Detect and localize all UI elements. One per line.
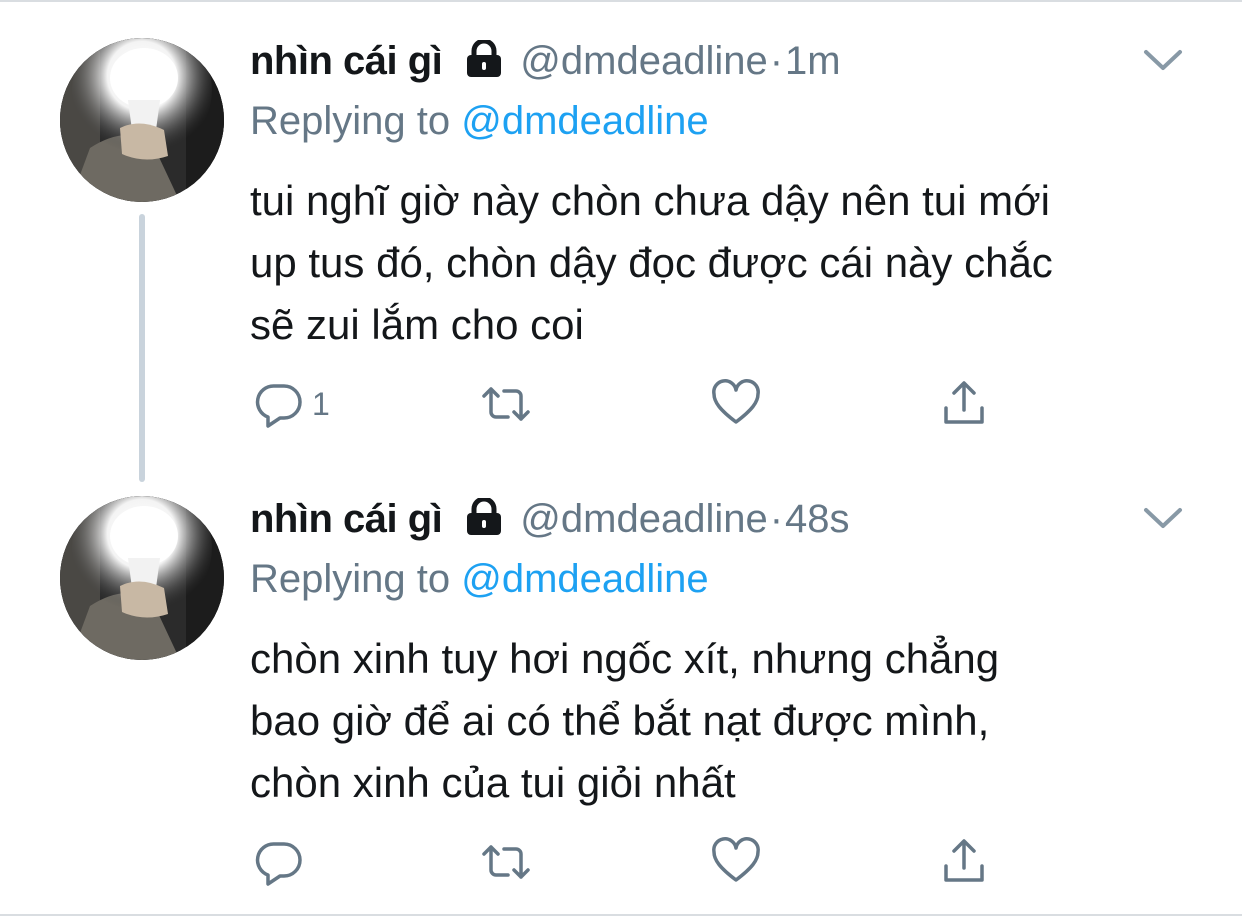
tweet-text-line: sẽ zui lắm cho coi [250,301,584,348]
like-button[interactable] [710,834,762,890]
tweet-text-line: bao giờ để ai có thể bắt nạt được mình, [250,697,990,744]
tweet-text: chòn xinh tuy hơi ngốc xít, nhưng chẳng … [250,628,1210,814]
lock-icon [464,496,504,548]
separator-dot: · [769,497,784,541]
replying-to: Replying to @dmdeadline [250,96,709,146]
display-name[interactable]: nhìn cái gì [250,497,443,541]
share-button[interactable] [938,376,990,432]
like-icon [712,837,760,882]
chevron-down-icon[interactable] [1142,504,1184,532]
share-icon [944,839,984,882]
like-button[interactable] [710,376,762,432]
separator-dot: · [769,39,784,83]
reply-button[interactable] [254,834,312,890]
avatar[interactable] [60,38,224,202]
replying-label: Replying to [250,99,462,143]
tweet-actions [250,834,1010,890]
thread-connector-line [139,214,145,482]
retweet-icon [482,387,530,421]
tweet-text-line: up tus đó, chòn dậy đọc được cái này chắ… [250,239,1053,286]
like-icon [712,379,760,424]
tweet-text-line: chòn xinh tuy hơi ngốc xít, nhưng chẳng [250,635,1000,682]
share-button[interactable] [938,834,990,890]
replying-label: Replying to [250,557,462,601]
top-divider [0,0,1242,2]
user-handle[interactable]: @dmdeadline [520,497,767,541]
display-name[interactable]: nhìn cái gì [250,39,443,83]
lock-icon [464,38,504,90]
user-handle[interactable]: @dmdeadline [520,39,767,83]
retweet-button[interactable] [478,376,534,432]
share-icon [944,381,984,424]
chevron-down-icon[interactable] [1142,46,1184,74]
retweet-button[interactable] [478,834,534,890]
tweet-header: nhìn cái gì @dmdeadline·1m [250,36,841,86]
timestamp[interactable]: 48s [785,497,850,541]
reply-button[interactable]: 1 [254,376,330,432]
reply-icon [255,842,302,886]
tweet-text: tui nghĩ giờ này chòn chưa dậy nên tui m… [250,170,1210,356]
avatar[interactable] [60,496,224,660]
tweet-header: nhìn cái gì @dmdeadline·48s [250,494,850,544]
replying-to-mention[interactable]: @dmdeadline [461,557,708,601]
retweet-icon [482,845,530,879]
tweet-actions: 1 [250,376,1010,432]
reply-count: 1 [312,386,330,422]
replying-to: Replying to @dmdeadline [250,554,709,604]
tweet-text-line: chòn xinh của tui giỏi nhất [250,759,736,806]
replying-to-mention[interactable]: @dmdeadline [461,99,708,143]
tweet-text-line: tui nghĩ giờ này chòn chưa dậy nên tui m… [250,177,1050,224]
bottom-divider [0,914,1242,916]
reply-icon [255,384,302,428]
timestamp[interactable]: 1m [785,39,841,83]
